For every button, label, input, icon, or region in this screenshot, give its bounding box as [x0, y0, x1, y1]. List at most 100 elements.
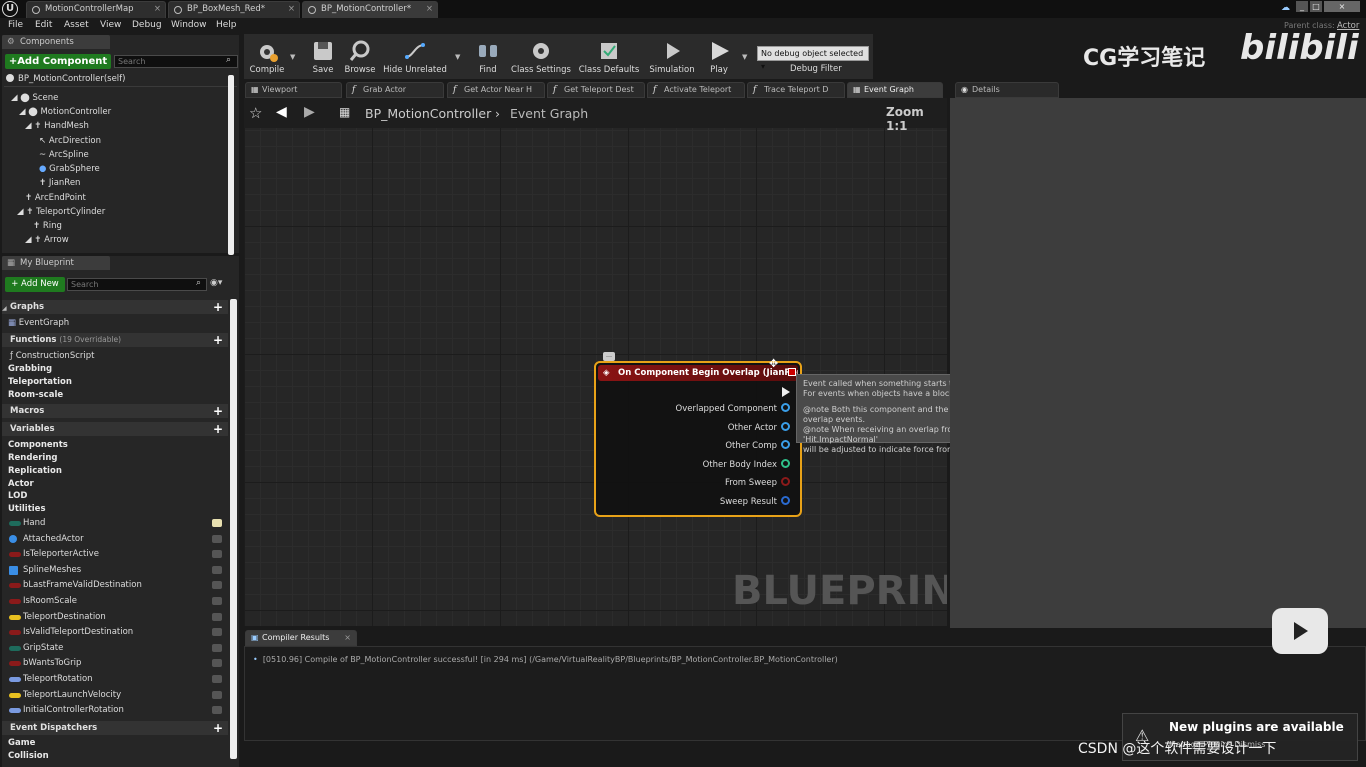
pin-circle-icon[interactable]	[781, 495, 790, 505]
node-comment-bubble-icon[interactable]: …	[603, 352, 615, 361]
my-blueprint-tab[interactable]: ▦ My Blueprint	[2, 256, 110, 270]
menu-debug[interactable]: Debug	[132, 20, 162, 30]
visibility-eye-icon[interactable]	[212, 643, 222, 652]
menu-window[interactable]: Window	[171, 20, 207, 30]
visibility-eye-icon[interactable]	[212, 690, 222, 699]
dispatcher-category-game[interactable]: Game	[8, 738, 35, 748]
menu-view[interactable]: View	[100, 20, 121, 30]
compile-button[interactable]: Compile	[246, 36, 288, 78]
tab-get-teleport-destination[interactable]: f Get Teleport Dest	[547, 82, 645, 98]
tab-details[interactable]: ◉ Details	[955, 82, 1059, 98]
hide-unrelated-button[interactable]: Hide Unrelated	[382, 36, 448, 78]
function-category-teleportation[interactable]: Teleportation	[8, 377, 72, 387]
visibility-eye-icon[interactable]	[212, 659, 222, 668]
macros-section[interactable]: Macros	[2, 404, 228, 418]
variable-item[interactable]: GripState	[2, 641, 228, 656]
visibility-eye-icon[interactable]	[212, 565, 222, 574]
doc-tab-motioncontroller[interactable]: BP_MotionController* ×	[302, 1, 438, 18]
doc-tab-boxmesh[interactable]: BP_BoxMesh_Red* ×	[168, 1, 300, 18]
dispatcher-category-collision[interactable]: Collision	[8, 751, 49, 761]
variable-item[interactable]: IsTeleporterActive	[2, 547, 228, 562]
variable-category-replication[interactable]: Replication	[8, 466, 62, 476]
tab-grab-actor[interactable]: f Grab Actor	[346, 82, 444, 98]
tree-item-scene[interactable]: ◢ ⬤ Scene	[11, 93, 58, 103]
tab-event-graph[interactable]: ▦ Event Graph	[847, 82, 943, 98]
variable-item[interactable]: AttachedActor	[2, 532, 228, 547]
event-node-begin-overlap[interactable]: ◈ On Component Begin Overlap (JianRen) Ov…	[594, 361, 802, 517]
tree-item-arcspline[interactable]: ~ ArcSpline	[39, 150, 89, 160]
add-new-button[interactable]: + Add New	[5, 277, 65, 292]
construction-script-item[interactable]: ƒ ConstructionScript	[10, 351, 94, 361]
variable-item[interactable]: bLastFrameValidDestination	[2, 578, 228, 593]
function-category-roomscale[interactable]: Room-scale	[8, 390, 63, 400]
visibility-eye-icon[interactable]	[212, 550, 222, 559]
tab-trace-teleport-destination[interactable]: f Trace Teleport D	[747, 82, 845, 98]
maximize-button[interactable]: □	[1310, 1, 1322, 12]
tv-play-logo-icon[interactable]	[1272, 608, 1328, 654]
forward-arrow-icon[interactable]: ▶	[304, 104, 315, 120]
delegate-pin-icon[interactable]	[788, 368, 796, 376]
node-output-pin[interactable]: Sweep Result	[720, 495, 790, 507]
pin-circle-icon[interactable]	[781, 477, 790, 486]
visibility-eye-icon[interactable]	[212, 597, 222, 605]
add-macro-icon[interactable]: +	[213, 405, 223, 417]
variable-item[interactable]: TeleportRotation	[2, 672, 228, 687]
function-category-grabbing[interactable]: Grabbing	[8, 364, 52, 374]
components-scrollbar[interactable]	[228, 75, 234, 255]
variable-category-lod[interactable]: LOD	[8, 491, 27, 501]
play-button[interactable]: Play	[702, 36, 736, 78]
visibility-eye-icon[interactable]	[212, 706, 222, 715]
tree-item-handmesh[interactable]: ◢ ✝ HandMesh	[25, 121, 89, 131]
variable-item[interactable]: InitialControllerRotation	[2, 703, 228, 718]
self-item[interactable]: BP_MotionController(self)	[6, 74, 125, 84]
pin-circle-icon[interactable]	[781, 403, 790, 412]
close-window-button[interactable]: ×	[1324, 1, 1360, 12]
node-output-pin[interactable]: Other Comp	[725, 440, 790, 451]
tab-activate-teleporter[interactable]: f Activate Teleport	[647, 82, 745, 98]
tree-item-arcendpoint[interactable]: ✝ ArcEndPoint	[25, 193, 86, 203]
close-icon[interactable]: ×	[154, 2, 161, 17]
find-button[interactable]: Find	[470, 36, 506, 78]
tree-item-ring[interactable]: ✝ Ring	[33, 221, 62, 231]
components-search-input[interactable]: Search	[114, 55, 238, 68]
event-graph-item[interactable]: ▦ EventGraph	[8, 318, 69, 328]
variable-category-actor[interactable]: Actor	[8, 479, 34, 489]
my-blueprint-scrollbar[interactable]	[230, 299, 237, 759]
tab-get-actor-near-hand[interactable]: f Get Actor Near H	[447, 82, 545, 98]
back-arrow-icon[interactable]: ◀	[276, 104, 287, 120]
visibility-eye-icon[interactable]	[212, 612, 222, 621]
node-output-pin[interactable]: From Sweep	[725, 477, 790, 488]
node-output-pin[interactable]: Other Body Index	[703, 458, 790, 470]
my-blueprint-search-input[interactable]: Search	[67, 278, 207, 291]
breadcrumb-leaf[interactable]: Event Graph	[510, 106, 588, 121]
variable-category-rendering[interactable]: Rendering	[8, 453, 57, 463]
variable-item[interactable]: TeleportLaunchVelocity	[2, 688, 228, 703]
menu-edit[interactable]: Edit	[35, 20, 52, 30]
tree-item-motioncontroller[interactable]: ◢ ⬤ MotionController	[19, 107, 111, 117]
eye-view-options-icon[interactable]: ◉▾	[210, 278, 222, 288]
pin-circle-icon[interactable]	[781, 440, 790, 449]
variable-item[interactable]: bWantsToGrip	[2, 656, 228, 671]
variables-section[interactable]: Variables	[2, 422, 228, 436]
debug-object-select[interactable]: No debug object selected ▾	[757, 46, 869, 71]
tree-item-jianren[interactable]: ✝ JianRen	[39, 178, 80, 188]
add-component-button[interactable]: +Add Component	[5, 54, 111, 69]
event-dispatchers-section[interactable]: Event Dispatchers	[2, 721, 228, 735]
favorite-star-icon[interactable]: ☆	[249, 104, 262, 122]
variable-item[interactable]: TeleportDestination	[2, 610, 228, 625]
variable-category-utilities[interactable]: Utilities	[8, 504, 46, 514]
add-graph-icon[interactable]: +	[213, 301, 223, 313]
class-settings-button[interactable]: Class Settings	[510, 36, 572, 78]
add-dispatcher-icon[interactable]: +	[213, 722, 223, 734]
save-button[interactable]: Save	[306, 36, 340, 78]
visibility-eye-icon[interactable]	[212, 519, 222, 527]
close-icon[interactable]: ×	[344, 631, 351, 645]
pin-circle-icon[interactable]	[781, 458, 790, 468]
pin-circle-icon[interactable]	[781, 421, 790, 431]
exec-output-pin-icon[interactable]	[782, 387, 790, 397]
tree-item-grabsphere[interactable]: ● GrabSphere	[39, 164, 100, 174]
tree-item-arrow[interactable]: ◢ ✝ Arrow	[25, 235, 69, 245]
hide-unrelated-caret-icon[interactable]: ▼	[455, 53, 460, 61]
tree-item-arcdirection[interactable]: ↖ ArcDirection	[39, 136, 101, 146]
doc-tab-map[interactable]: MotionControllerMap ×	[26, 1, 166, 18]
